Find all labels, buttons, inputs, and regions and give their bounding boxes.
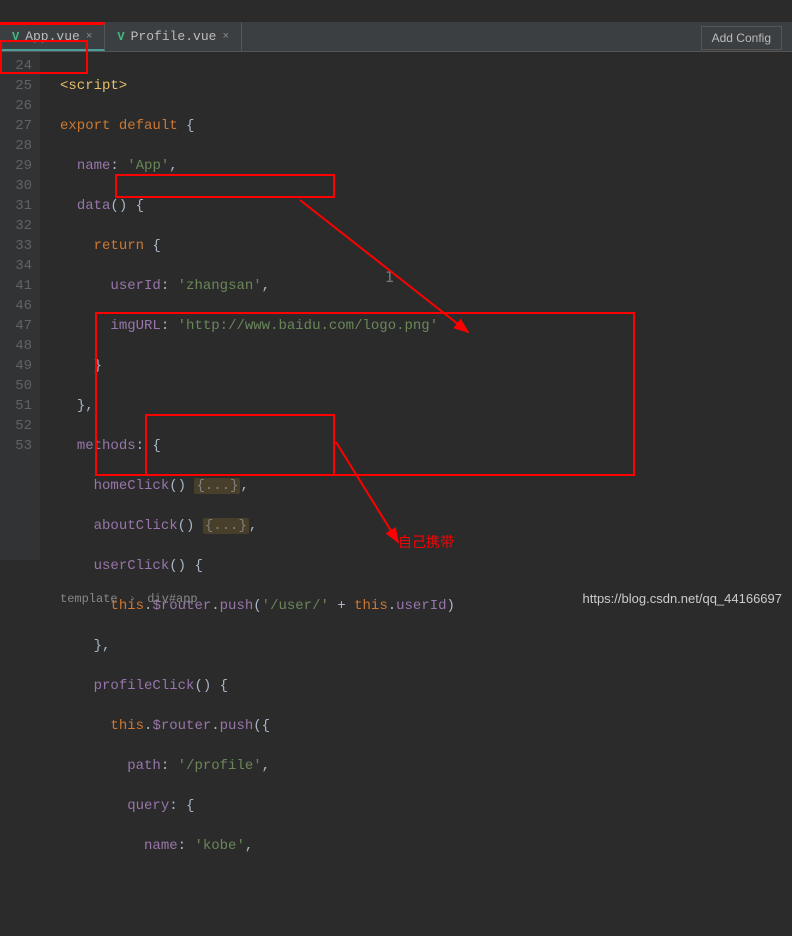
fold-marker[interactable]: {...} bbox=[203, 518, 249, 534]
token-punc: : bbox=[110, 158, 127, 174]
token-string: 'http://www.baidu.com/logo.png' bbox=[178, 318, 438, 334]
line-number: 32 bbox=[4, 216, 32, 236]
token-func: profileClick bbox=[94, 678, 195, 694]
token-func: data bbox=[77, 198, 111, 214]
close-icon[interactable]: × bbox=[86, 27, 93, 47]
token-prop: userId bbox=[110, 278, 160, 294]
breadcrumb-item[interactable]: template bbox=[60, 592, 118, 606]
watermark: https://blog.csdn.net/qq_44166697 bbox=[583, 589, 783, 609]
token-keyword: default bbox=[119, 118, 186, 134]
line-number: 48 bbox=[4, 336, 32, 356]
code-body[interactable]: <script> export default { name: 'App', d… bbox=[40, 52, 792, 560]
token-this: this bbox=[110, 718, 144, 734]
token-keyword: export bbox=[60, 118, 119, 134]
line-number: 47 bbox=[4, 316, 32, 336]
line-number: 53 bbox=[4, 436, 32, 456]
line-number: 34 bbox=[4, 256, 32, 276]
line-number: 30 bbox=[4, 176, 32, 196]
add-config-button[interactable]: Add Config bbox=[701, 26, 782, 50]
token-string: 'zhangsan' bbox=[178, 278, 262, 294]
line-number: 50 bbox=[4, 376, 32, 396]
token-punc: { bbox=[152, 238, 160, 254]
line-number: 26 bbox=[4, 96, 32, 116]
token-punc: { bbox=[186, 118, 194, 134]
fold-marker[interactable]: {...} bbox=[194, 478, 240, 494]
breadcrumb[interactable]: template › div#app bbox=[60, 589, 198, 609]
code-editor[interactable]: 24 25 26 27 28 29 30 31 32 33 34 41 46 4… bbox=[0, 52, 792, 560]
line-number: 51 bbox=[4, 396, 32, 416]
token-prop: query bbox=[127, 798, 169, 814]
tab-profile-vue[interactable]: V Profile.vue × bbox=[105, 22, 242, 51]
vue-icon: V bbox=[12, 27, 19, 47]
chevron-right-icon: › bbox=[129, 592, 136, 606]
token-prop: imgURL bbox=[110, 318, 160, 334]
token-prop: $router bbox=[152, 718, 211, 734]
editor-tabs: V App.vue × V Profile.vue × bbox=[0, 22, 792, 52]
token-punc: , bbox=[240, 478, 248, 494]
token-punc: () bbox=[178, 518, 203, 534]
token-punc: } bbox=[94, 358, 102, 374]
token-punc: : { bbox=[136, 438, 161, 454]
token-prop: name bbox=[77, 158, 111, 174]
token-func: userClick bbox=[94, 558, 170, 574]
token-this: this bbox=[354, 598, 388, 614]
breadcrumb-item[interactable]: div#app bbox=[147, 592, 197, 606]
token-func: homeClick bbox=[94, 478, 170, 494]
toolbar: Add Config bbox=[701, 26, 782, 50]
token-prop: userId bbox=[396, 598, 446, 614]
tab-label: App.vue bbox=[25, 27, 80, 47]
line-number: 27 bbox=[4, 116, 32, 136]
token-punc: }, bbox=[94, 638, 111, 654]
token-string: '/user/' bbox=[262, 598, 329, 614]
token-string: 'App' bbox=[127, 158, 169, 174]
token-prop: methods bbox=[77, 438, 136, 454]
token-func: push bbox=[220, 718, 254, 734]
token-func: aboutClick bbox=[94, 518, 178, 534]
token-punc: , bbox=[262, 278, 270, 294]
token-punc: : bbox=[161, 278, 178, 294]
token-tag: <script> bbox=[60, 78, 127, 94]
token-keyword: return bbox=[94, 238, 153, 254]
token-punc: }, bbox=[77, 398, 94, 414]
line-number: 46 bbox=[4, 296, 32, 316]
tab-label: Profile.vue bbox=[131, 27, 217, 47]
token-string: '/profile' bbox=[178, 758, 262, 774]
line-number: 29 bbox=[4, 156, 32, 176]
token-punc: , bbox=[169, 158, 177, 174]
token-prop: name bbox=[144, 838, 178, 854]
line-number: 31 bbox=[4, 196, 32, 216]
token-punc: () bbox=[169, 478, 194, 494]
text-caret: I bbox=[385, 268, 395, 288]
line-number: 25 bbox=[4, 76, 32, 96]
tab-app-vue[interactable]: V App.vue × bbox=[0, 22, 105, 51]
token-punc: () { bbox=[169, 558, 203, 574]
line-number: 24 bbox=[4, 56, 32, 76]
token-punc: , bbox=[249, 518, 257, 534]
vue-icon: V bbox=[117, 27, 124, 47]
line-number: 41 bbox=[4, 276, 32, 296]
line-number: 28 bbox=[4, 136, 32, 156]
close-icon[interactable]: × bbox=[222, 27, 229, 47]
token-string: 'kobe' bbox=[194, 838, 244, 854]
token-func: push bbox=[220, 598, 254, 614]
line-number: 49 bbox=[4, 356, 32, 376]
line-gutter: 24 25 26 27 28 29 30 31 32 33 34 41 46 4… bbox=[0, 52, 40, 560]
token-prop: path bbox=[127, 758, 161, 774]
token-punc: () { bbox=[194, 678, 228, 694]
token-punc: : bbox=[161, 318, 178, 334]
token-punc: () { bbox=[110, 198, 144, 214]
line-number: 52 bbox=[4, 416, 32, 436]
line-number: 33 bbox=[4, 236, 32, 256]
